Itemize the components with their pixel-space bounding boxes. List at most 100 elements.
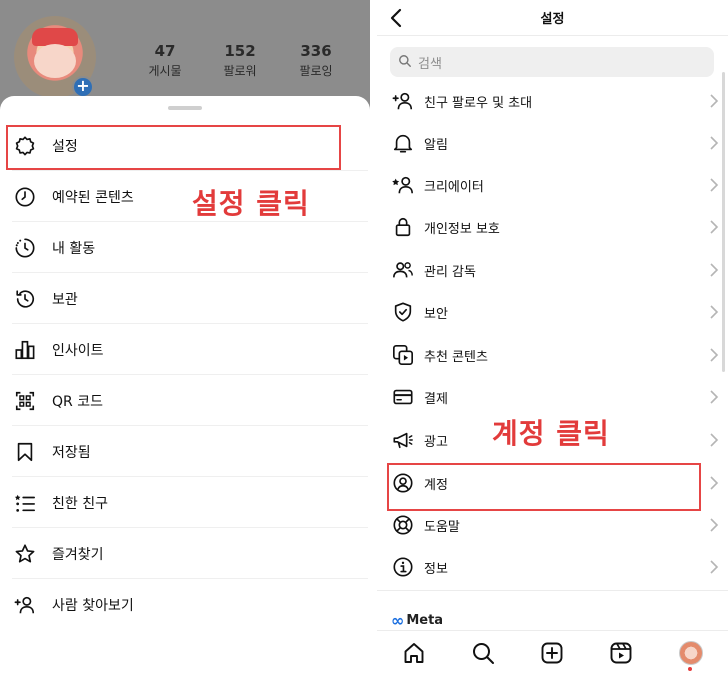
close-friends-list-icon	[12, 490, 38, 516]
settings-item-suggested-content[interactable]: 추천 콘텐츠	[390, 334, 719, 376]
stat-label: 팔로워	[223, 64, 257, 78]
settings-search-input[interactable]: 검색	[390, 47, 714, 77]
settings-item-label: 관리 감독	[424, 264, 476, 280]
stat-following[interactable]: 336 팔로잉	[281, 42, 351, 79]
meta-infinity-icon: ∞	[391, 611, 405, 630]
divider	[377, 590, 728, 591]
chevron-right-icon	[709, 475, 719, 491]
stat-label: 팔로잉	[299, 64, 333, 78]
settings-item-label: 크리에이터	[424, 179, 484, 195]
chevron-right-icon	[709, 347, 719, 363]
activity-icon	[12, 235, 38, 261]
star-icon	[12, 541, 38, 567]
supervision-icon	[390, 257, 416, 283]
meta-label: Meta	[406, 613, 444, 628]
settings-header: 설정	[377, 0, 728, 36]
shield-icon	[390, 299, 416, 325]
home-icon[interactable]	[402, 641, 428, 667]
settings-item-security[interactable]: 보안	[390, 291, 719, 333]
add-person-icon	[12, 592, 38, 618]
bar-chart-icon	[12, 337, 38, 363]
menu-item-close-friends[interactable]: 친한 친구	[12, 478, 368, 528]
menu-item-saved[interactable]: 저장됨	[12, 427, 368, 477]
annotation-account-click: 계정 클릭	[492, 417, 610, 450]
lifebuoy-icon	[390, 512, 416, 538]
add-person-icon	[390, 88, 416, 114]
bookmark-icon	[12, 439, 38, 465]
chevron-right-icon	[709, 432, 719, 448]
settings-item-privacy[interactable]: 개인정보 보호	[390, 206, 719, 248]
menu-item-archive[interactable]: 보관	[12, 274, 368, 324]
settings-item-label: 개인정보 보호	[424, 221, 500, 237]
settings-item-notifications[interactable]: 알림	[390, 122, 719, 164]
right-panel-settings: 설정 검색 친구 팔로우 및 초대 알림 크리에이터 개인정보 보호 관리 감독…	[377, 0, 728, 688]
menu-item-discover-people[interactable]: 사람 찾아보기	[12, 580, 368, 630]
clock-icon	[12, 184, 38, 210]
stat-num: 336	[300, 42, 332, 60]
creator-star-icon	[390, 172, 416, 198]
info-icon	[390, 554, 416, 580]
settings-item-label: 친구 팔로우 및 초대	[424, 95, 533, 111]
settings-item-label: 광고	[424, 434, 448, 450]
add-story-plus-icon[interactable]: +	[72, 76, 94, 98]
qr-code-icon	[12, 388, 38, 414]
chevron-right-icon	[709, 135, 719, 151]
chevron-right-icon	[709, 93, 719, 109]
menu-item-scheduled[interactable]: 예약된 콘텐츠	[12, 172, 368, 222]
settings-item-creator[interactable]: 크리에이터	[390, 164, 719, 206]
settings-item-supervision[interactable]: 관리 감독	[390, 249, 719, 291]
stat-posts[interactable]: 47 게시물	[130, 42, 200, 79]
menu-item-label: 인사이트	[52, 342, 104, 359]
menu-item-label: 친한 친구	[52, 495, 108, 512]
stat-num: 47	[154, 42, 176, 60]
search-icon	[398, 53, 412, 72]
chevron-right-icon	[709, 177, 719, 193]
chevron-right-icon	[709, 304, 719, 320]
chevron-right-icon	[709, 517, 719, 533]
settings-item-follow-invite[interactable]: 친구 팔로우 및 초대	[390, 80, 719, 122]
stat-num: 152	[224, 42, 256, 60]
settings-title: 설정	[540, 12, 565, 27]
profile-header-dimmed: + 47 게시물 152 팔로워 336 팔로잉	[0, 0, 370, 110]
chevron-right-icon	[709, 559, 719, 575]
settings-item-label: 알림	[424, 137, 448, 153]
menu-item-insights[interactable]: 인사이트	[12, 325, 368, 375]
avatar-face	[34, 44, 76, 78]
bottom-sheet: 설정 예약된 콘텐츠 내 활동 보관 인사이트 QR 코드 저장됨 친한 친구 …	[0, 96, 370, 688]
menu-item-label: QR 코드	[52, 393, 103, 410]
stat-label: 게시물	[148, 64, 182, 78]
chevron-right-icon	[709, 219, 719, 235]
left-panel: + 47 게시물 152 팔로워 336 팔로잉 설정 예약된 콘텐츠 내 활동…	[0, 0, 370, 688]
sheet-drag-handle[interactable]	[168, 106, 202, 110]
reels-icon[interactable]	[609, 641, 635, 667]
highlight-account-box	[387, 463, 701, 511]
meta-logo[interactable]: ∞ Meta	[391, 611, 443, 630]
menu-item-activity[interactable]: 내 활동	[12, 223, 368, 273]
chevron-right-icon	[709, 262, 719, 278]
megaphone-icon	[390, 427, 416, 453]
settings-item-label: 도움말	[424, 519, 460, 535]
notification-dot	[688, 667, 692, 671]
settings-item-about[interactable]: 정보	[390, 546, 719, 588]
search-icon[interactable]	[471, 641, 497, 667]
menu-item-label: 사람 찾아보기	[52, 598, 134, 614]
profile-avatar-tab[interactable]	[679, 641, 703, 665]
menu-item-label: 즐겨찾기	[52, 546, 104, 563]
bell-icon	[390, 130, 416, 156]
create-post-icon[interactable]	[540, 641, 566, 667]
annotation-settings-click: 설정 클릭	[192, 187, 310, 220]
bottom-nav-bar	[377, 630, 728, 688]
menu-item-label: 보관	[52, 291, 78, 308]
archive-history-icon	[12, 286, 38, 312]
suggested-content-icon	[390, 342, 416, 368]
settings-item-label: 추천 콘텐츠	[424, 349, 488, 365]
chevron-right-icon	[709, 389, 719, 405]
menu-item-favorites[interactable]: 즐겨찾기	[12, 529, 368, 579]
settings-item-label: 정보	[424, 561, 448, 577]
stat-followers[interactable]: 152 팔로워	[205, 42, 275, 79]
lock-icon	[390, 214, 416, 240]
search-placeholder: 검색	[418, 56, 442, 72]
menu-item-qr-code[interactable]: QR 코드	[12, 376, 368, 426]
settings-item-label: 보안	[424, 306, 448, 322]
scrollbar[interactable]	[722, 72, 725, 372]
